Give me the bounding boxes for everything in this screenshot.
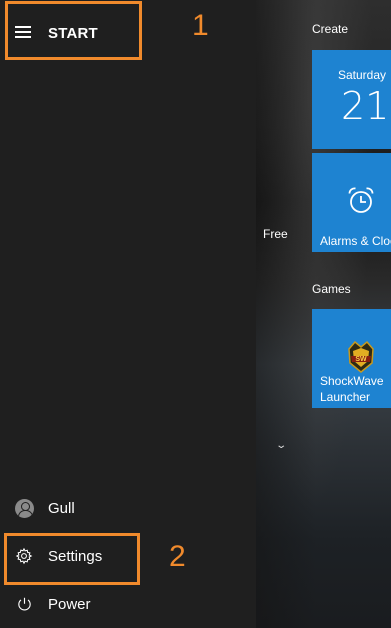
calendar-day-name: Saturday [338, 68, 387, 82]
power-icon [14, 594, 34, 614]
create-group-label: Create [312, 22, 349, 36]
start-rail: START Gull Settings Power [0, 0, 256, 628]
shockwave-tile-label-line1: ShockWave [320, 374, 384, 388]
chevron-down-icon[interactable]: ⌄ [275, 440, 287, 451]
settings-item[interactable]: Settings [0, 533, 256, 579]
power-label: Power [48, 596, 91, 613]
alarm-clock-icon [346, 185, 376, 219]
gear-icon [14, 546, 34, 566]
shockwave-tile-label-line2: Launcher [320, 390, 371, 404]
account-item[interactable]: Gull [0, 485, 256, 531]
shockwave-logo-icon: SW [345, 340, 377, 378]
alarms-tile-label: Alarms & Clock [320, 234, 391, 248]
alarms-clock-tile[interactable]: Alarms & Clock [312, 153, 391, 252]
power-item[interactable]: Power [0, 581, 256, 627]
step2-number: 2 [169, 540, 186, 573]
shockwave-launcher-tile[interactable]: SW ShockWave Launcher [312, 309, 391, 408]
calendar-tile[interactable]: Saturday 21 [312, 50, 391, 149]
games-group-label: Games [312, 282, 351, 296]
account-name: Gull [48, 500, 75, 517]
step1-number: 1 [192, 9, 209, 42]
svg-text:SW: SW [355, 356, 367, 363]
hamburger-icon[interactable] [15, 26, 31, 38]
user-avatar-icon [14, 498, 34, 518]
free-label: Free [263, 227, 288, 241]
start-expand-button[interactable]: START [8, 6, 138, 56]
settings-label: Settings [48, 548, 103, 565]
start-title: START [48, 25, 98, 42]
calendar-day-number: 21 [341, 84, 390, 128]
